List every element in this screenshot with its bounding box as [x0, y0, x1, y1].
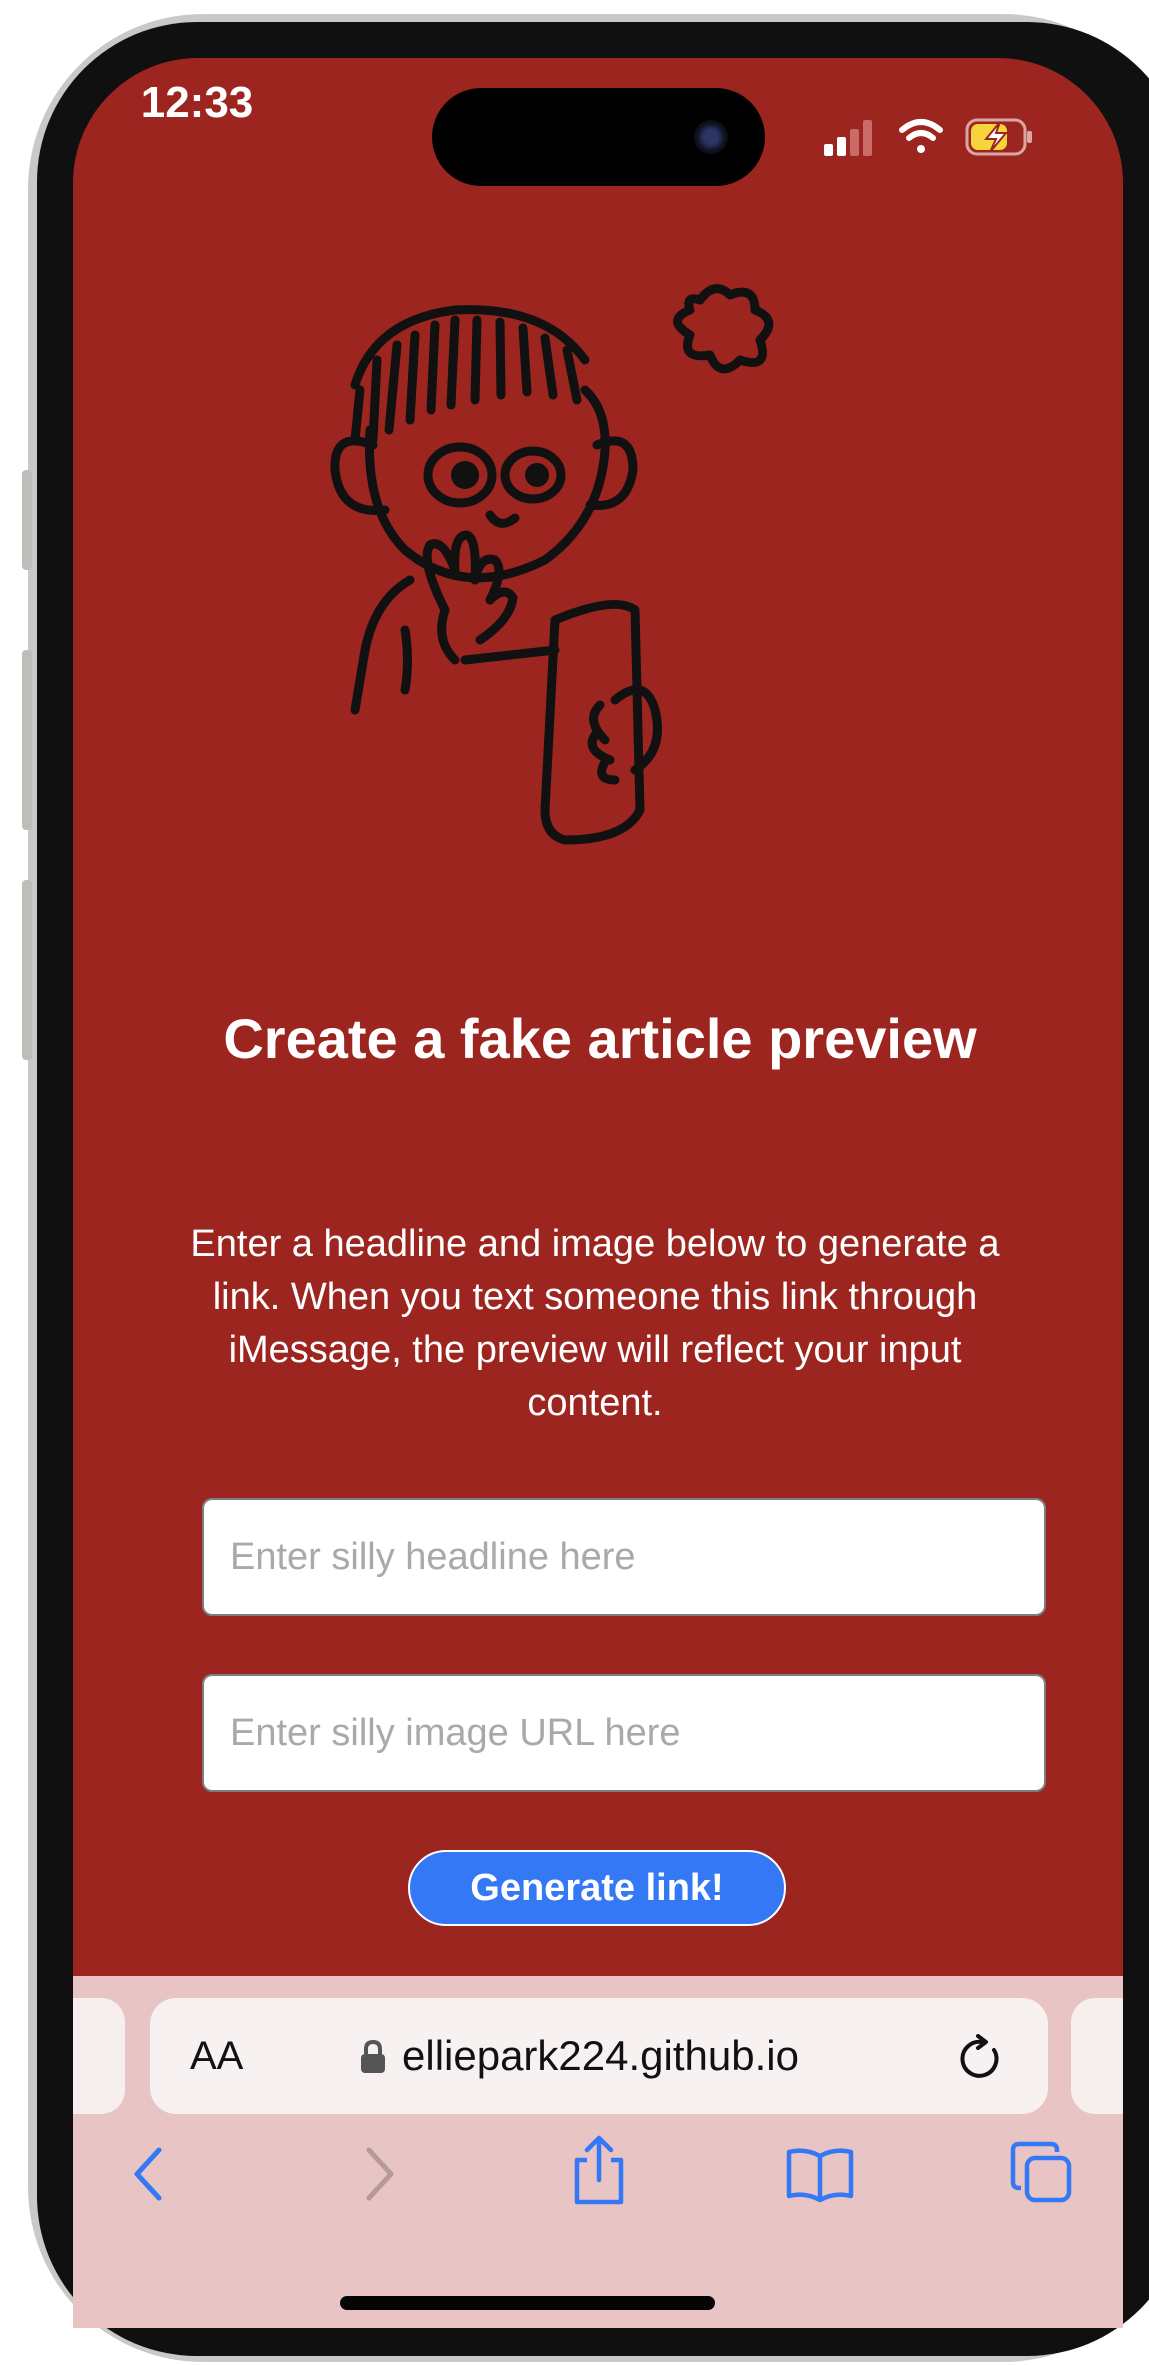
generate-link-button[interactable]: Generate link!	[408, 1850, 786, 1926]
cellular-signal-icon	[824, 120, 872, 156]
action-button	[22, 470, 32, 570]
previous-tab-peek[interactable]	[73, 1998, 125, 2114]
back-icon[interactable]	[129, 2144, 169, 2204]
volume-up-button	[22, 650, 32, 830]
bookmarks-icon[interactable]	[785, 2144, 855, 2204]
headline-input[interactable]	[204, 1500, 1044, 1614]
headline-field	[202, 1498, 1046, 1616]
reload-icon[interactable]	[960, 2034, 1006, 2082]
battery-charging-icon	[965, 118, 1032, 156]
next-tab-peek[interactable]	[1071, 1998, 1123, 2114]
address-bar[interactable]: AA elliepark224.github.io	[150, 1998, 1048, 2114]
status-icons	[824, 118, 1032, 156]
url-text[interactable]: elliepark224.github.io	[402, 2032, 799, 2080]
lock-icon	[361, 2040, 385, 2073]
image-url-input[interactable]	[204, 1676, 1044, 1790]
status-time: 12:33	[140, 78, 254, 127]
page-title: Create a fake article preview	[223, 1007, 977, 1070]
image-url-field	[202, 1674, 1046, 1792]
dynamic-island	[432, 88, 765, 186]
wifi-icon	[899, 119, 943, 153]
forward-icon[interactable]	[359, 2144, 399, 2204]
home-indicator[interactable]	[340, 2296, 715, 2310]
share-icon[interactable]	[569, 2134, 629, 2206]
camera-icon	[694, 120, 728, 154]
browser-bottom-bar: AA elliepark224.github.io	[73, 1976, 1123, 2328]
tabs-icon[interactable]	[1009, 2140, 1073, 2204]
page-description: Enter a headline and image below to gene…	[190, 1223, 1000, 1424]
volume-down-button	[22, 880, 32, 1060]
reader-button[interactable]: AA	[190, 2034, 243, 2079]
person-with-phone-doodle	[330, 284, 774, 845]
